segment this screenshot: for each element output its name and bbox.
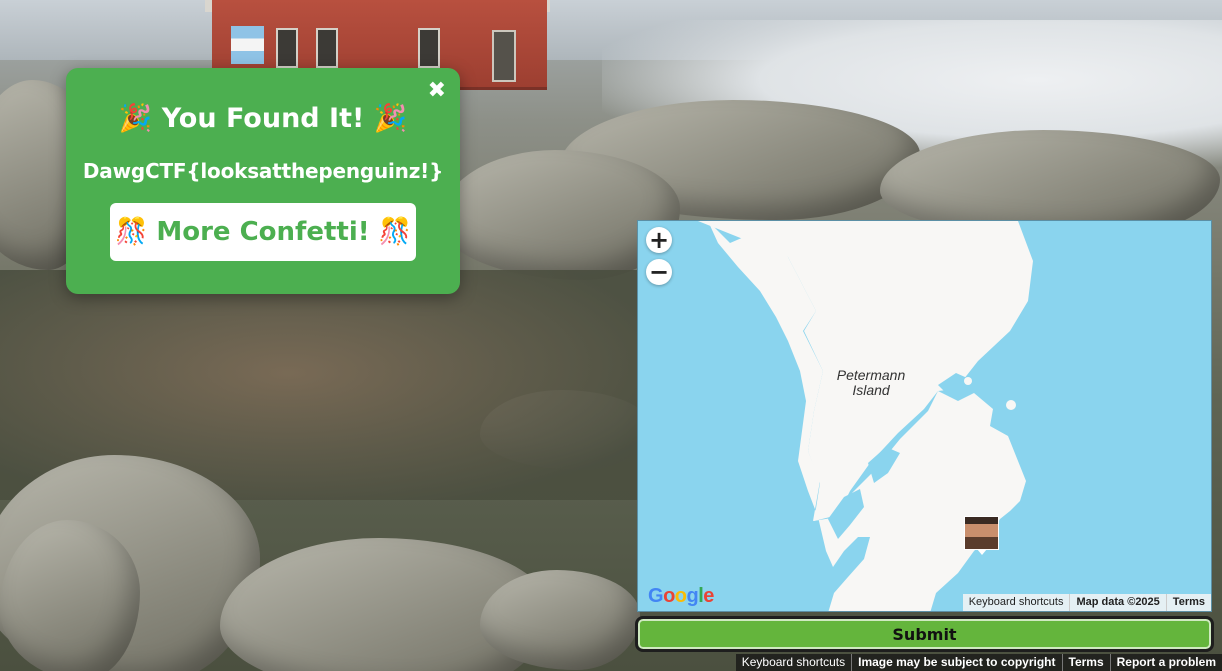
islet-shape [1006, 400, 1016, 410]
flag-text: DawgCTF{looksatthepenguinz!} [82, 159, 444, 183]
map-keyboard-shortcuts-link[interactable]: Keyboard shortcuts [963, 594, 1070, 611]
hut-window [316, 28, 338, 68]
keyboard-shortcuts-link[interactable]: Keyboard shortcuts [736, 654, 851, 671]
close-icon[interactable]: ✖ [428, 80, 446, 102]
zoom-in-button[interactable]: + [646, 227, 672, 253]
island-label: Petermann Island [826, 368, 916, 398]
hut-window [418, 28, 440, 68]
hut-window [276, 28, 298, 68]
terms-link[interactable]: Terms [1061, 654, 1110, 671]
hut-door [492, 30, 516, 82]
google-logo-letter: o [663, 585, 675, 607]
map-canvas [698, 221, 1033, 611]
island-label-line1: Petermann [836, 367, 906, 383]
google-logo-letter: e [703, 585, 714, 607]
submit-button[interactable]: Submit [635, 616, 1214, 652]
guess-marker-icon[interactable] [964, 516, 999, 555]
map-attribution: Keyboard shortcuts Map data ©2025 Terms [962, 594, 1211, 611]
map-terms-link[interactable]: Terms [1165, 594, 1211, 611]
google-logo-letter: G [648, 585, 664, 607]
google-logo: Google [648, 585, 714, 608]
google-logo-letter: g [686, 585, 699, 607]
rock [480, 570, 640, 670]
rock [0, 520, 140, 671]
argentina-flag [231, 26, 264, 64]
map-data-label: Map data ©2025 [1069, 594, 1165, 611]
google-logo-letter: o [674, 585, 687, 607]
success-popup: ✖ 🎉 You Found It! 🎉 DawgCTF{looksatthepe… [66, 68, 460, 294]
zoom-out-button[interactable]: − [646, 259, 672, 285]
more-confetti-button[interactable]: 🎊 More Confetti! 🎊 [110, 203, 416, 261]
street-view-footer: Keyboard shortcuts Image may be subject … [735, 654, 1222, 671]
islet-shape [964, 377, 972, 385]
report-problem-link[interactable]: Report a problem [1109, 654, 1222, 671]
guess-map[interactable]: + − Petermann Island Google Keyboard sho… [637, 220, 1212, 612]
popup-title: 🎉 You Found It! 🎉 [118, 103, 408, 134]
copyright-notice: Image may be subject to copyright [851, 654, 1061, 671]
island-label-line2: Island [852, 382, 890, 398]
